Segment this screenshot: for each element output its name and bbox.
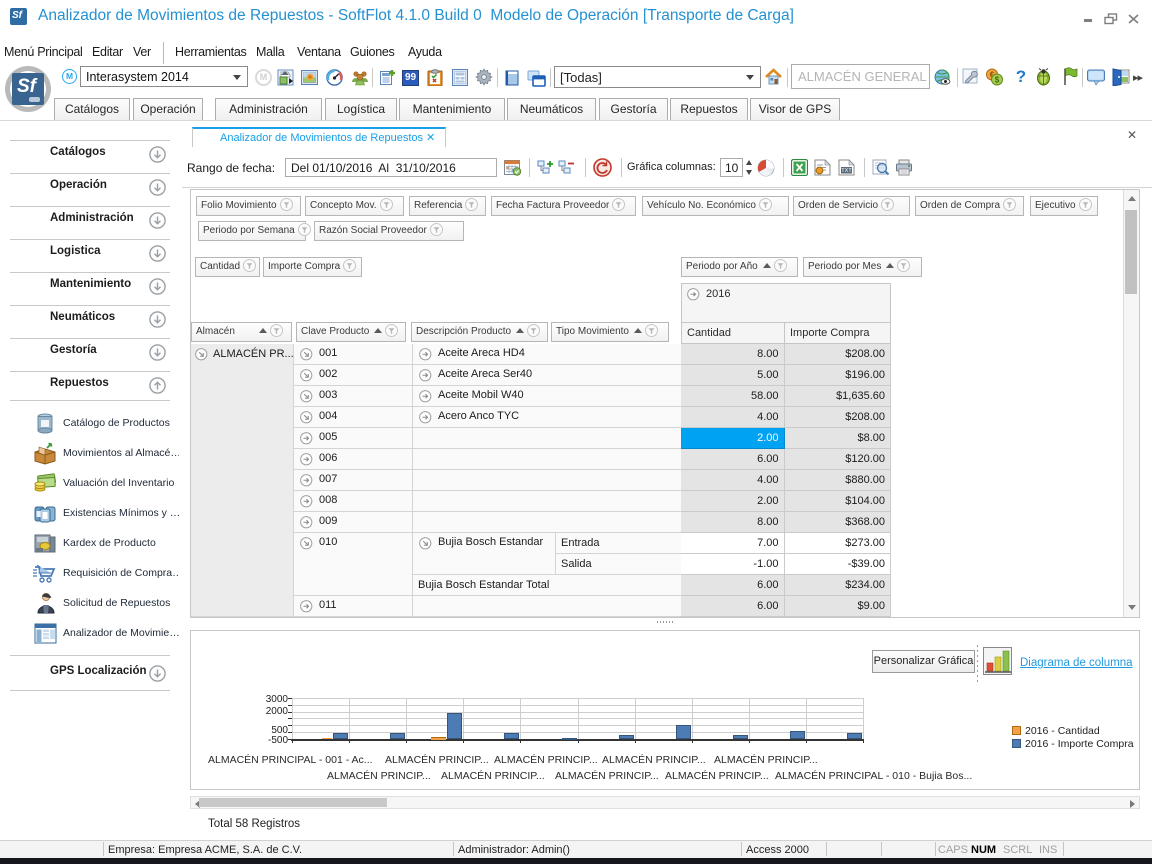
svg-text:TXT: TXT — [841, 168, 852, 174]
svg-text:$: $ — [995, 76, 1000, 85]
